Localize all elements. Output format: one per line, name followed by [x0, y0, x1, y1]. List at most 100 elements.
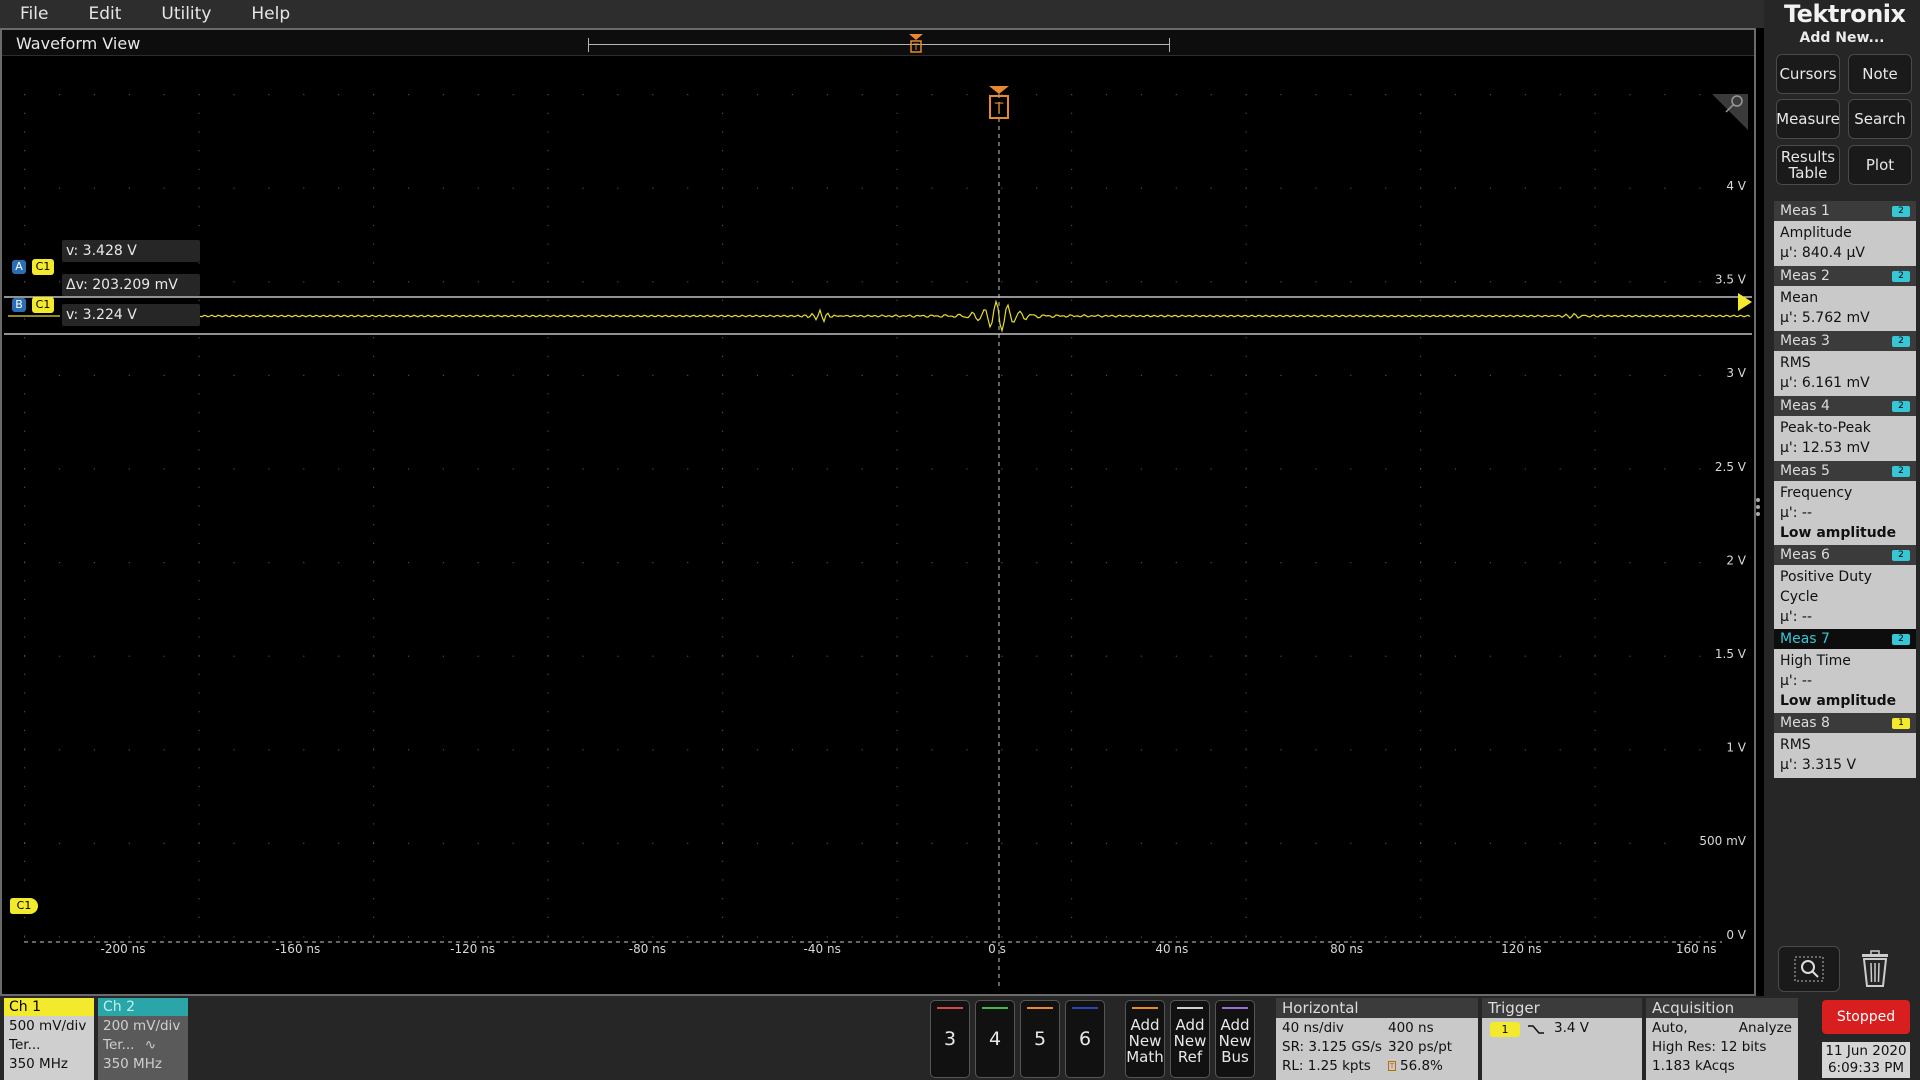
overview-trigger-icon[interactable]: T — [909, 34, 923, 56]
ch1-ground-marker[interactable]: C1 — [10, 898, 38, 914]
measurement-badge-3[interactable]: Meas 3 2 RMS µ': 6.161 mV — [1774, 331, 1916, 396]
measurement-badge-7[interactable]: Meas 7 2 High Time µ': -- Low amplitude — [1774, 629, 1916, 714]
grid-dot — [1245, 486, 1247, 488]
grid-dot — [1489, 94, 1491, 96]
grid-dot — [791, 936, 793, 938]
grid-dot — [233, 94, 235, 96]
measurement-result: High Time µ': -- Low amplitude — [1774, 649, 1916, 714]
grid-dot — [547, 524, 549, 526]
x-axis-label: 160 ns — [1676, 942, 1717, 956]
grid-dot — [547, 393, 549, 395]
grid-dot — [826, 842, 828, 844]
grid-dot — [1594, 243, 1596, 245]
grid-dot — [198, 299, 200, 301]
results-table-button[interactable]: Results Table — [1776, 145, 1840, 185]
record-overview-bar[interactable] — [588, 38, 1170, 52]
measurement-badge-2[interactable]: Meas 2 2 Mean µ': 5.762 mV — [1774, 266, 1916, 331]
acquisition-badge[interactable]: Acquisition Auto, Analyze High Res: 12 b… — [1646, 998, 1798, 1080]
menu-edit[interactable]: Edit — [68, 0, 141, 28]
grid-dot — [1454, 468, 1457, 470]
cursors-button[interactable]: Cursors — [1776, 54, 1840, 94]
zoom-button[interactable] — [1778, 946, 1840, 992]
date: 11 Jun 2020 — [1825, 1043, 1907, 1059]
waveform-plot[interactable]: 4 V 3.5 V 3 V 2.5 V 2 V 1.5 V 1 V 500 mV 0 V -20… — [4, 60, 1754, 994]
ch3-button[interactable]: 3 — [930, 1000, 970, 1078]
menu-file[interactable]: File — [0, 0, 68, 28]
cursor-b-badge[interactable]: B — [12, 298, 26, 312]
trigger-level-icon[interactable] — [1738, 293, 1752, 311]
grid-dot — [722, 711, 724, 713]
grid-dot — [24, 187, 26, 189]
grid-dot — [373, 150, 375, 152]
grid-dot — [1559, 187, 1561, 189]
grid-dot — [1071, 411, 1073, 414]
grid-dot — [373, 562, 375, 564]
grid-dot — [1071, 187, 1073, 189]
record-length: RL: 1.25 kpts — [1282, 1058, 1371, 1074]
grid-dot — [1594, 823, 1596, 825]
ch1-badge[interactable]: Ch 1 500 mV/div Ter... 350 MHz — [4, 998, 94, 1080]
measure-button[interactable]: Measure — [1776, 99, 1840, 139]
grid-dot — [24, 842, 26, 844]
grid-dot — [1280, 749, 1282, 751]
grid-dot — [1245, 150, 1247, 152]
trigger-badge[interactable]: Trigger 1 3.4 V — [1482, 998, 1642, 1080]
grid-dot — [826, 562, 828, 564]
grid-dot — [24, 449, 26, 451]
add-new-button-1[interactable]: Add New Math — [1125, 1000, 1165, 1078]
plot-button[interactable]: Plot — [1848, 145, 1912, 185]
grid-dot — [582, 187, 584, 189]
grid-dot — [373, 168, 375, 170]
grid-dot — [442, 374, 444, 376]
add-button-label-line: Ref — [1177, 1048, 1203, 1066]
grid-dot — [1524, 468, 1526, 470]
grid-dot — [896, 711, 898, 713]
add-new-button-2[interactable]: Add New Ref — [1170, 1000, 1210, 1078]
note-button[interactable]: Note — [1848, 54, 1912, 94]
grid-dot — [198, 430, 200, 432]
grid-dot — [1629, 749, 1631, 751]
grid-dot — [547, 243, 549, 245]
grid-dot — [1664, 187, 1666, 189]
grid-dot — [1420, 692, 1422, 694]
measurement-result: Amplitude µ': 840.4 µV — [1774, 221, 1916, 266]
grid-dot — [826, 468, 828, 470]
menu-utility[interactable]: Utility — [141, 0, 231, 28]
waveform-view[interactable]: Waveform View T 4 V 3.5 V 3 V 2.5 V 2 V 1.5 V… — [0, 28, 1756, 996]
grid-dot — [1071, 355, 1073, 357]
ch6-button[interactable]: 6 — [1065, 1000, 1105, 1078]
grid-dot — [1350, 468, 1352, 470]
delete-button[interactable] — [1844, 946, 1906, 992]
grid-dot — [1280, 374, 1282, 376]
measurement-badge-5[interactable]: Meas 5 2 Frequency µ': -- Low amplitude — [1774, 461, 1916, 546]
measurement-badge-4[interactable]: Meas 4 2 Peak-to-Peak µ': 12.53 mV — [1774, 396, 1916, 461]
grid-dot — [1071, 150, 1073, 152]
run-stop-status-button[interactable]: Stopped — [1822, 1000, 1910, 1034]
grid-dot — [722, 729, 724, 731]
grid-dot — [163, 936, 165, 938]
trigger-position-icon[interactable]: T — [989, 86, 1009, 119]
ch2-badge[interactable]: Ch 2 200 mV/div Ter... ∿ 350 MHz — [98, 998, 188, 1080]
measurement-badge-8[interactable]: Meas 8 1 RMS µ': 3.315 V — [1774, 713, 1916, 778]
add-new-button-3[interactable]: Add New Bus — [1215, 1000, 1255, 1078]
grid-dot — [547, 168, 549, 170]
grid-dot — [1699, 281, 1701, 283]
ch5-button[interactable]: 5 — [1020, 1000, 1060, 1078]
zoom-corner-icon[interactable] — [1712, 94, 1748, 130]
panel-resize-handle[interactable] — [1756, 498, 1760, 516]
grid-dot — [547, 299, 549, 301]
grid-dot — [407, 749, 410, 751]
grid-dot — [1001, 374, 1003, 376]
grid-dot — [826, 749, 828, 751]
cursor-a-badge[interactable]: A — [12, 260, 26, 274]
grid-dot — [722, 337, 724, 339]
grid-dot — [722, 562, 724, 564]
measurement-badge-1[interactable]: Meas 1 2 Amplitude µ': 840.4 µV — [1774, 201, 1916, 266]
search-button[interactable]: Search — [1848, 99, 1912, 139]
ch4-button[interactable]: 4 — [975, 1000, 1015, 1078]
grid-dot — [722, 187, 724, 189]
horizontal-badge[interactable]: Horizontal 40 ns/div 400 ns SR: 3.125 GS… — [1276, 998, 1478, 1080]
menu-help[interactable]: Help — [231, 0, 310, 28]
grid-dot — [722, 150, 724, 152]
grid-dot — [652, 562, 654, 564]
